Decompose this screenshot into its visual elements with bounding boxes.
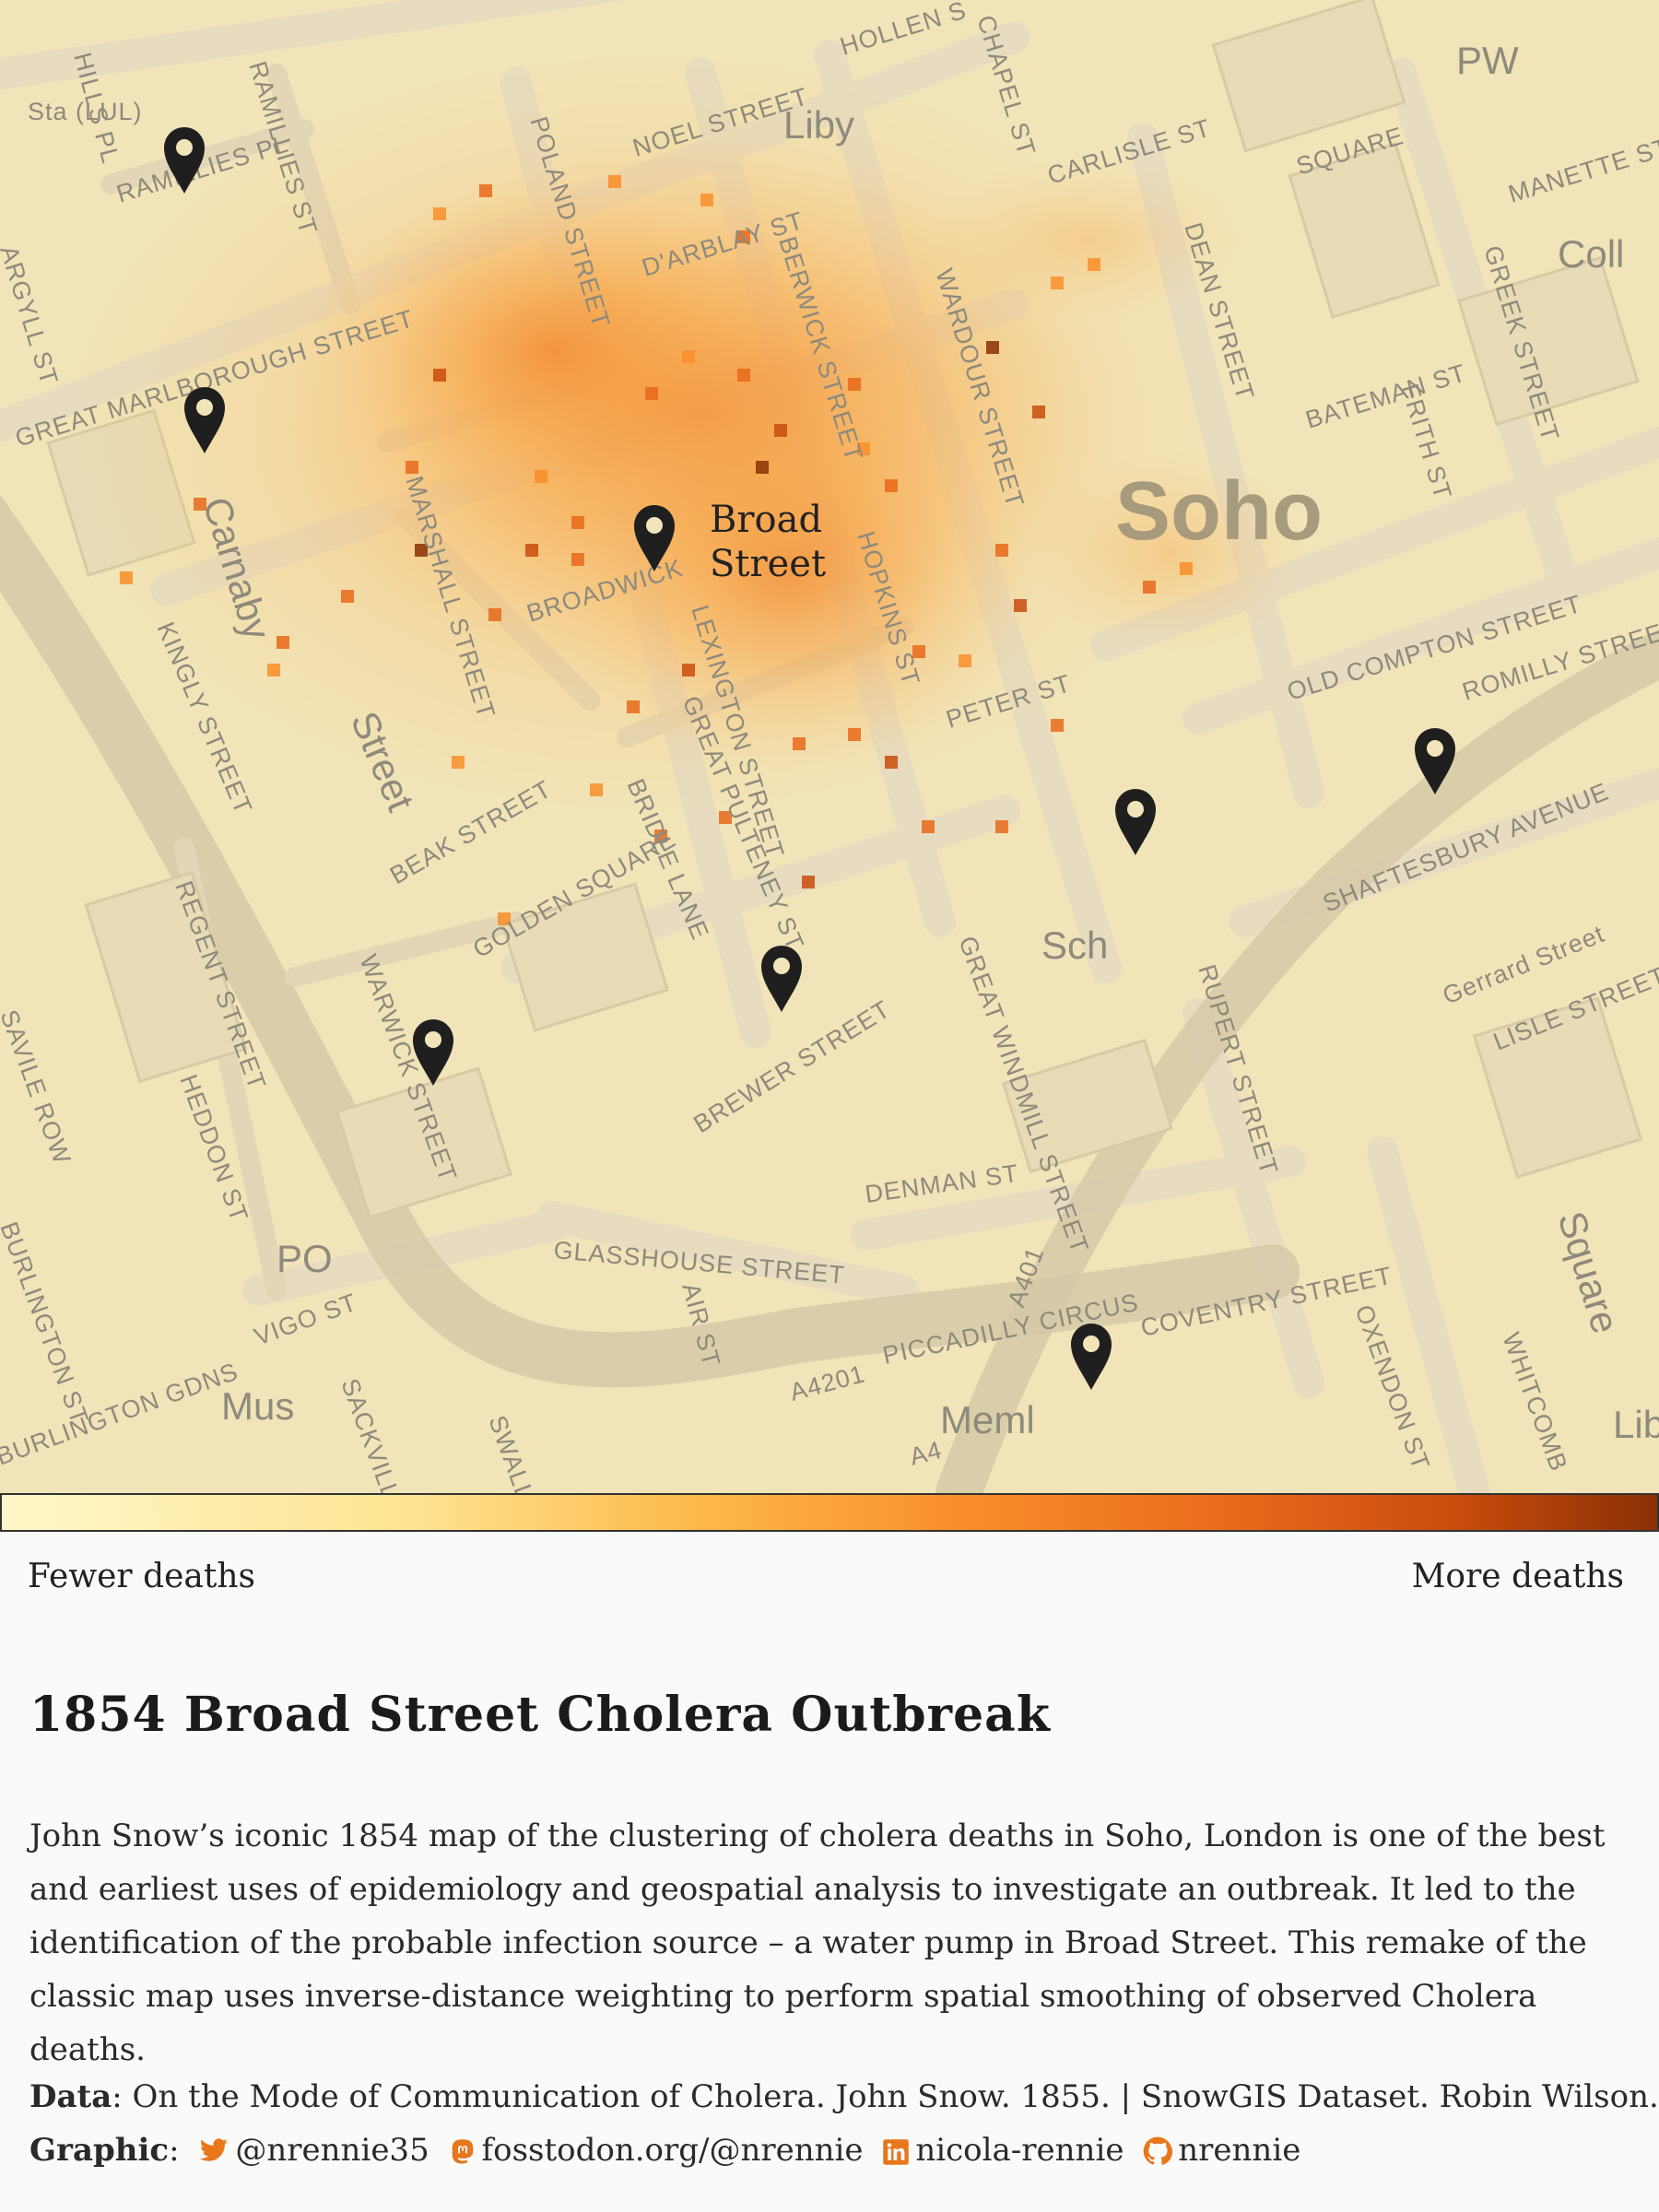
street-label: BURLINGTON ST bbox=[0, 1218, 94, 1429]
death-density-cell bbox=[986, 341, 999, 354]
mastodon-icon bbox=[452, 2139, 473, 2164]
death-density-cell bbox=[774, 424, 787, 437]
street-label: BURLINGTON GDNS bbox=[0, 1358, 241, 1471]
death-density-cell bbox=[120, 571, 133, 584]
legend-high-label: More deaths bbox=[1411, 1558, 1624, 1595]
area-label-soho: Soho bbox=[1115, 465, 1323, 558]
street-label: A4201 bbox=[787, 1359, 868, 1406]
street-label: SWALLOW bbox=[483, 1412, 554, 1493]
pump-label: Broad Street bbox=[710, 498, 839, 586]
linkedin-handle[interactable]: nicola-rennie bbox=[915, 2132, 1124, 2169]
pump-marker[interactable] bbox=[1071, 1324, 1112, 1390]
graphic-credit-colon: : bbox=[169, 2132, 180, 2169]
twitter-icon bbox=[200, 2138, 229, 2161]
death-density-cell bbox=[1032, 406, 1045, 418]
place-label: Sch bbox=[1041, 924, 1108, 967]
place-label: PO bbox=[276, 1237, 333, 1280]
death-density-cell bbox=[737, 369, 750, 382]
data-credit-label: Data bbox=[29, 2078, 112, 2115]
death-density-cell bbox=[1051, 276, 1064, 289]
death-density-cell bbox=[995, 544, 1008, 557]
death-density-cell bbox=[479, 184, 492, 197]
mastodon-handle[interactable]: fosstodon.org/@nrennie bbox=[482, 2132, 864, 2169]
death-density-cell bbox=[571, 516, 584, 529]
street-label: BREWER STREET bbox=[688, 995, 895, 1139]
death-density-cell bbox=[922, 820, 935, 833]
place-label: Square bbox=[1549, 1206, 1628, 1338]
death-density-cell bbox=[1051, 719, 1064, 732]
github-icon bbox=[1143, 2136, 1173, 2165]
linkedin-icon bbox=[883, 2139, 910, 2165]
death-density-cell bbox=[433, 207, 446, 220]
pump-marker[interactable] bbox=[1115, 789, 1156, 855]
death-density-cell bbox=[885, 479, 898, 492]
pump-marker[interactable] bbox=[761, 946, 802, 1012]
death-density-cell bbox=[885, 756, 898, 769]
death-density-cell bbox=[341, 590, 354, 603]
place-label: PW bbox=[1456, 39, 1519, 82]
death-density-cell bbox=[433, 369, 446, 382]
death-density-cell bbox=[608, 175, 621, 188]
death-density-cell bbox=[848, 378, 861, 391]
data-credit: Data: On the Mode of Communication of Ch… bbox=[29, 2078, 1659, 2115]
pump-label-text: Broad Street bbox=[710, 499, 827, 585]
death-density-cell bbox=[793, 737, 806, 750]
death-density-cell bbox=[571, 553, 584, 566]
street-label: BATEMAN ST bbox=[1302, 359, 1469, 433]
street-label: ARGYLL ST bbox=[0, 242, 64, 388]
description: John Snow’s iconic 1854 map of the clust… bbox=[29, 1818, 1606, 2068]
death-density-cell bbox=[959, 654, 971, 667]
street-label: FRITH ST bbox=[1395, 381, 1457, 503]
death-density-cell bbox=[627, 700, 640, 713]
death-density-cell bbox=[1180, 562, 1193, 575]
place-label: Mus bbox=[221, 1384, 294, 1428]
street-label: OLD COMPTON STREET bbox=[1284, 590, 1585, 706]
place-label: Lib bbox=[1613, 1403, 1659, 1446]
graphic-credit: Graphic: @nrennie35 fosstodon.org/@nrenn… bbox=[29, 2132, 1300, 2169]
death-density-cell bbox=[995, 820, 1008, 833]
street-label: WHITCOMB bbox=[1497, 1329, 1572, 1476]
github-handle[interactable]: nrennie bbox=[1178, 2132, 1300, 2169]
death-density-cell bbox=[525, 544, 538, 557]
death-density-cell bbox=[488, 608, 501, 621]
data-credit-text: : On the Mode of Communication of Choler… bbox=[112, 2078, 1659, 2115]
death-density-cell bbox=[267, 664, 280, 677]
street-label: MANETTE ST bbox=[1505, 133, 1659, 208]
death-density-cell bbox=[682, 350, 695, 363]
street-label: SACKVILLE bbox=[335, 1375, 411, 1493]
graphic-credit-label: Graphic bbox=[29, 2132, 170, 2169]
death-density-cell bbox=[756, 461, 769, 474]
place-label: Liby bbox=[783, 103, 854, 147]
death-density-cell bbox=[452, 756, 465, 769]
page-title: 1854 Broad Street Cholera Outbreak bbox=[29, 1687, 1051, 1743]
death-density-cell bbox=[535, 470, 547, 483]
death-density-cell bbox=[1088, 258, 1100, 271]
map-canvas: Sta (LUL) HILLS PL RAMILLIES PL RAMILLIE… bbox=[0, 0, 1659, 1493]
death-density-cell bbox=[802, 876, 815, 888]
place-label: Coll bbox=[1558, 232, 1624, 276]
death-density-cell bbox=[848, 728, 861, 741]
death-density-cell bbox=[1143, 581, 1156, 594]
twitter-handle[interactable]: @nrennie35 bbox=[235, 2132, 429, 2169]
death-density-cell bbox=[590, 783, 603, 796]
place-label: Meml bbox=[940, 1398, 1035, 1441]
legend-low-label: Fewer deaths bbox=[28, 1558, 256, 1595]
death-density-cell bbox=[645, 387, 658, 400]
cholera-map[interactable]: Sta (LUL) HILLS PL RAMILLIES PL RAMILLIE… bbox=[0, 0, 1659, 1493]
death-density-cell bbox=[700, 194, 713, 206]
death-density-cell bbox=[1014, 599, 1027, 612]
death-density-cell bbox=[276, 636, 289, 649]
legend-color-bar bbox=[0, 1493, 1659, 1532]
death-density-cell bbox=[406, 461, 418, 474]
street-label: SAVILE ROW bbox=[0, 1006, 76, 1169]
death-density-cell bbox=[682, 664, 695, 677]
